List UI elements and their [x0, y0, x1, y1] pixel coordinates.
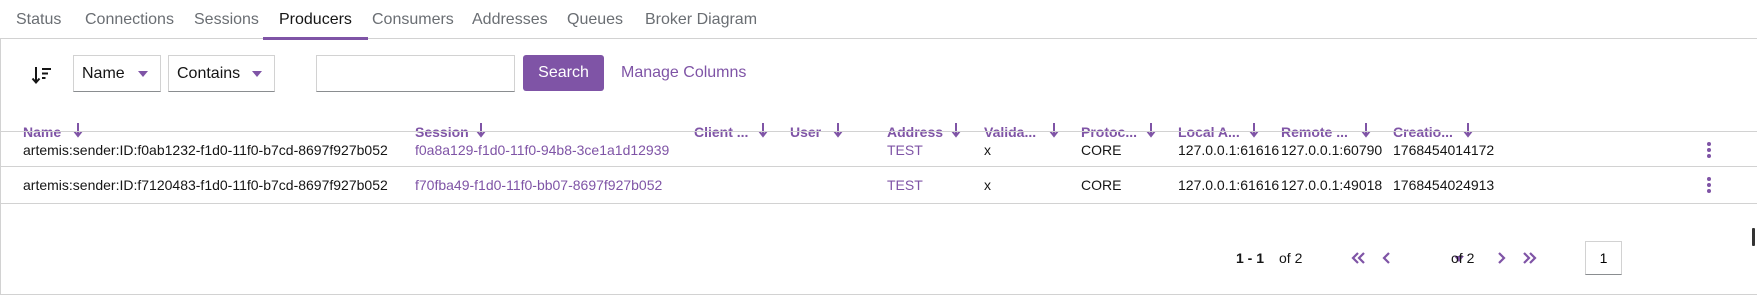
angle-double-right-icon[interactable] [1519, 247, 1539, 269]
filter-operator-select[interactable]: Contains [168, 55, 275, 92]
cell-local-address: 127.0.0.1:61616 [1178, 142, 1280, 158]
cell-creation: 1768454024913 [1393, 177, 1495, 193]
caret-down-icon [252, 71, 262, 77]
tab-sessions[interactable]: Sessions [178, 0, 275, 39]
kebab-icon[interactable] [1705, 142, 1713, 160]
cell-session-link[interactable]: f70fba49-f1d0-11f0-bb07-8697f927b052 [415, 167, 662, 204]
manage-columns-button[interactable]: Manage Columns [621, 55, 746, 91]
cell-local-address: 127.0.0.1:61616 [1178, 177, 1280, 193]
cell-remote-address: 127.0.0.1:49018 [1281, 177, 1383, 193]
pagination-total: of 2 [1279, 250, 1303, 266]
cell-creation: 1768454014172 [1393, 142, 1495, 158]
cell-name: artemis:sender:ID:f0ab1232-f1d0-11f0-b7c… [23, 142, 388, 158]
pagination-range[interactable]: 1 - 1 [1236, 247, 1264, 269]
search-button[interactable]: Search [523, 55, 604, 91]
table-row: artemis:sender:ID:f0ab1232-f1d0-11f0-b7c… [1, 131, 1757, 169]
cell-address-link[interactable]: TEST [887, 167, 923, 204]
tab-queues[interactable]: Queues [551, 0, 639, 39]
kebab-icon[interactable] [1705, 177, 1713, 195]
filter-operator-value: Contains [177, 65, 241, 82]
tab-status[interactable]: Status [0, 0, 77, 39]
page-number-input[interactable] [1585, 241, 1622, 275]
search-input[interactable] [316, 55, 515, 92]
tab-connections[interactable]: Connections [69, 0, 190, 39]
cell-protocol: CORE [1081, 177, 1122, 193]
filter-field-select[interactable]: Name [73, 55, 161, 92]
angle-double-left-icon[interactable] [1349, 247, 1369, 269]
sort-amount-icon[interactable] [31, 64, 53, 86]
cell-address-link[interactable]: TEST [887, 132, 923, 169]
tab-broker-diagram[interactable]: Broker Diagram [629, 0, 773, 39]
cell-validated: x [984, 177, 991, 193]
angle-right-icon[interactable] [1491, 247, 1511, 269]
cell-validated: x [984, 142, 991, 158]
pagination-pages: of 2 [1451, 250, 1475, 266]
tab-addresses[interactable]: Addresses [456, 0, 564, 39]
tab-producers[interactable]: Producers [263, 0, 368, 40]
tab-consumers[interactable]: Consumers [356, 0, 470, 39]
filter-field-value: Name [82, 65, 125, 82]
cell-name: artemis:sender:ID:f7120483-f1d0-11f0-b7c… [23, 177, 388, 193]
cell-session-link[interactable]: f0a8a129-f1d0-11f0-94b8-3ce1a1d12939 [415, 132, 669, 169]
table-row: artemis:sender:ID:f7120483-f1d0-11f0-b7c… [1, 166, 1757, 204]
scrollbar[interactable] [1752, 228, 1755, 246]
angle-left-icon[interactable] [1377, 247, 1397, 269]
tab-bar: Status Connections Sessions Producers Co… [0, 0, 1757, 40]
caret-down-icon [138, 71, 148, 77]
cell-remote-address: 127.0.0.1:60790 [1281, 142, 1383, 158]
cell-protocol: CORE [1081, 142, 1122, 158]
